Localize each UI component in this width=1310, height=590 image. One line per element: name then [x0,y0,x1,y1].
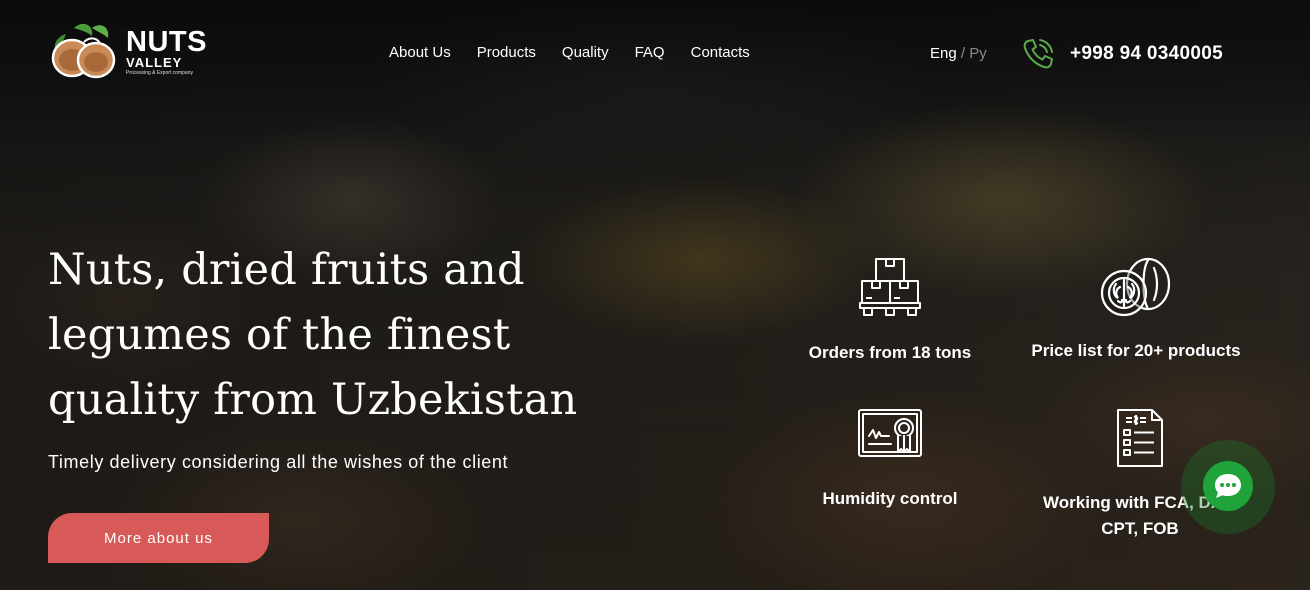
boxes-pallet-icon [859,258,921,316]
nav-item-contacts[interactable]: Contacts [691,44,750,61]
headline-line: Nuts, dried fruits and [48,245,525,295]
lang-option-ru[interactable]: Ру [969,45,987,62]
feature-label: Humidity control [822,489,958,508]
language-switcher: Eng / Ру [930,45,987,62]
brand-name: NUTS [126,26,207,58]
brand-logo[interactable]: NUTS VALLEY Processing & Export company [48,22,207,80]
feature-price-list: Price list for 20+ products [1020,256,1252,364]
phone-contact[interactable]: +998 94 0340005 [1020,36,1223,72]
nav-item-faq[interactable]: FAQ [635,44,665,61]
feature-label: Price list for 20+ products [1031,341,1241,360]
hero-subline: Timely delivery considering all the wish… [48,452,509,472]
phone-number[interactable]: +998 94 0340005 [1070,43,1223,65]
nav-item-quality[interactable]: Quality [562,44,609,61]
invoice-icon [1117,409,1163,467]
brand-tagline: Processing & Export company [126,70,193,76]
more-about-us-button[interactable]: More about us [48,513,269,563]
walnut-icon [1100,257,1171,317]
nav-item-products[interactable]: Products [477,44,536,61]
hero-headline: Nuts, dried fruits and legumes of the fi… [48,238,648,433]
headline-line: legumes of the finest [48,310,511,360]
feature-min-order: Orders from 18 tons [800,256,980,366]
phone-icon [1023,39,1053,69]
nuts-logo-icon [51,23,116,79]
lang-option-eng[interactable]: Eng [930,45,957,62]
lang-separator: / [960,45,966,62]
feature-humidity: Humidity control [800,406,980,512]
chat-bubble-icon [1215,474,1241,498]
feature-label: Orders from 18 tons [808,343,972,362]
certificate-icon [858,409,922,457]
main-nav: About Us Products Quality FAQ Contacts [389,44,750,61]
chat-button[interactable] [1203,461,1253,511]
headline-line: quality from Uzbekistan [48,375,578,425]
nav-item-about[interactable]: About Us [389,44,451,61]
